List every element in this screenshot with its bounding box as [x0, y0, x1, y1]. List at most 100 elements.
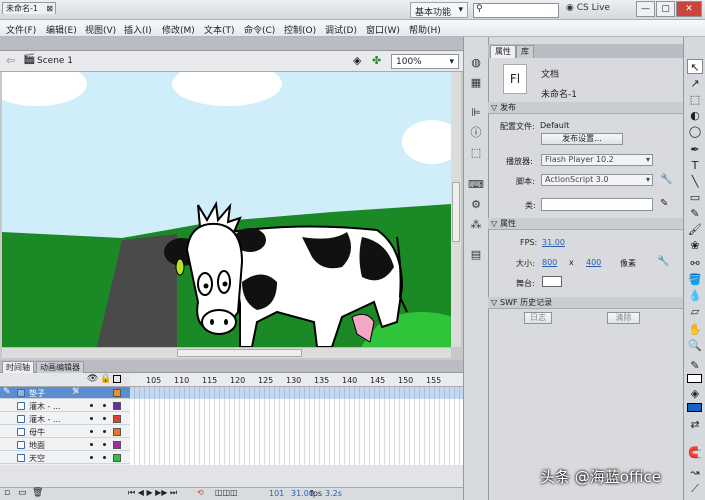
cs-live-button[interactable]: ◉ CS Live	[566, 3, 610, 13]
maximize-button[interactable]: ▢	[656, 1, 675, 17]
loop-icon[interactable]: ⟲	[197, 488, 204, 497]
color-panel-icon[interactable]: ◍	[468, 55, 484, 71]
layer-color[interactable]	[113, 454, 121, 462]
stage-vertical-scrollbar[interactable]	[451, 72, 461, 347]
layer-row[interactable]: 天空	[0, 452, 130, 464]
section-publish[interactable]: ▽ 发布	[488, 102, 683, 114]
scroll-thumb-vertical[interactable]	[452, 182, 460, 242]
subselection-tool-icon[interactable]: ↗	[687, 76, 703, 91]
eraser-icon[interactable]: ▱	[687, 304, 703, 319]
wrench-icon[interactable]: 🔧	[660, 174, 672, 185]
back-arrow-icon[interactable]: ⇦	[6, 54, 15, 67]
onion-skin-icon[interactable]: ◫◫◫	[215, 488, 238, 497]
tab-motion-editor[interactable]: 动画编辑器	[36, 361, 84, 373]
straighten-icon[interactable]: ⟋	[687, 481, 703, 496]
new-layer-icon[interactable]: ▫	[4, 488, 10, 498]
tab-timeline[interactable]: 时间轴	[2, 361, 34, 373]
visible-dot[interactable]	[90, 417, 93, 420]
menu-edit[interactable]: 编辑(E)	[46, 23, 77, 36]
clear-button[interactable]: 清除	[607, 312, 640, 324]
new-folder-icon[interactable]: ▭	[18, 488, 27, 498]
stage-color-swatch[interactable]	[542, 276, 562, 287]
workspace-switcher[interactable]: 基本功能 ▾	[410, 2, 468, 18]
rectangle-tool-icon[interactable]: ▭	[687, 190, 703, 205]
minimize-button[interactable]: —	[636, 1, 655, 17]
layer-row[interactable]: 灌木 - ...	[0, 400, 130, 412]
document-tab[interactable]: 未命名-1 ⊠	[2, 2, 56, 14]
swap-colors-icon[interactable]: ⇄	[687, 417, 703, 432]
deco-tool-icon[interactable]: ❀	[687, 238, 703, 253]
components-icon[interactable]: ⚙	[468, 197, 484, 213]
project-icon[interactable]: ▤	[468, 247, 484, 263]
visible-dot[interactable]	[90, 443, 93, 446]
wrench-icon[interactable]: 🔧	[657, 256, 669, 267]
menu-file[interactable]: 文件(F)	[6, 23, 36, 36]
menu-control[interactable]: 控制(O)	[284, 23, 316, 36]
scroll-thumb[interactable]	[177, 349, 302, 357]
motion-presets-icon[interactable]: ⁂	[468, 217, 484, 233]
layer-color[interactable]	[113, 441, 121, 449]
fill-color-icon[interactable]: ◈	[687, 386, 703, 401]
menu-text[interactable]: 文本(T)	[204, 23, 235, 36]
height-value[interactable]: 400	[586, 258, 601, 267]
eye-icon[interactable]: 👁	[87, 374, 98, 384]
fill-color-swatch[interactable]	[687, 403, 702, 412]
bone-tool-icon[interactable]: ⚯	[687, 256, 703, 271]
menu-help[interactable]: 帮助(H)	[409, 23, 441, 36]
layer-row[interactable]: 母牛	[0, 426, 130, 438]
edit-class-icon[interactable]: ✎	[660, 198, 668, 209]
info-icon[interactable]: ⓘ	[468, 125, 484, 141]
layer-color[interactable]	[113, 415, 121, 423]
paint-bucket-icon[interactable]: 🪣	[687, 272, 703, 287]
lock-icon[interactable]: 🔒	[100, 374, 111, 384]
width-value[interactable]: 800	[542, 258, 557, 267]
pencil-tool-icon[interactable]: ✎	[687, 206, 703, 221]
hand-tool-icon[interactable]: ✋	[687, 322, 703, 337]
player-select[interactable]: Flash Player 10.2 ▾	[541, 154, 653, 166]
lock-dot[interactable]	[103, 430, 106, 433]
help-search-input[interactable]: ⚲	[473, 3, 559, 18]
swatches-icon[interactable]: ▦	[468, 75, 484, 91]
layer-row[interactable]: ✎ 垫子 ✎̸	[0, 387, 130, 399]
stage-canvas[interactable]	[2, 72, 451, 347]
selection-tool-icon[interactable]: ↖	[687, 59, 703, 74]
lock-dot[interactable]	[103, 404, 106, 407]
edit-scene-icon[interactable]: ◈	[353, 54, 361, 67]
visible-dot[interactable]	[90, 456, 93, 459]
visible-dot[interactable]	[90, 404, 93, 407]
lock-dot[interactable]	[103, 443, 106, 446]
section-swf-history[interactable]: ▽ SWF 历史记录	[488, 297, 683, 309]
log-button[interactable]: 日志	[524, 312, 552, 324]
zoom-tool-icon[interactable]: 🔍	[687, 338, 703, 353]
menu-debug[interactable]: 调试(D)	[325, 23, 357, 36]
lock-dot[interactable]	[103, 417, 106, 420]
stroke-color-swatch[interactable]	[687, 374, 702, 383]
close-button[interactable]: ✕	[676, 1, 702, 17]
layer-row[interactable]: 地面	[0, 439, 130, 451]
menu-window[interactable]: 窗口(W)	[366, 23, 400, 36]
brush-tool-icon[interactable]: 🖌	[687, 222, 703, 237]
fps-value[interactable]: 31.00	[542, 238, 565, 247]
outline-icon[interactable]	[113, 375, 121, 383]
section-properties[interactable]: ▽ 属性	[488, 218, 683, 230]
free-transform-icon[interactable]: ⬚	[687, 92, 703, 107]
script-select[interactable]: ActionScript 3.0 ▾	[541, 174, 653, 186]
layer-color[interactable]	[113, 389, 121, 397]
eyedropper-icon[interactable]: 💧	[687, 288, 703, 303]
stroke-color-icon[interactable]: ✎	[687, 358, 703, 373]
tab-properties[interactable]: 属性	[490, 45, 516, 58]
menu-insert[interactable]: 插入(I)	[124, 23, 152, 36]
text-tool-icon[interactable]: T	[687, 158, 703, 173]
pen-tool-icon[interactable]: ✒	[687, 142, 703, 157]
code-snippets-icon[interactable]: ⌨	[468, 177, 484, 193]
close-tab-icon[interactable]: ⊠	[46, 3, 53, 14]
playback-controls-icon[interactable]: ⏮ ◀ ▶ ▶▶ ⏭	[128, 488, 177, 498]
lasso-icon[interactable]: ◯	[687, 124, 703, 139]
line-tool-icon[interactable]: ╲	[687, 174, 703, 189]
snap-magnet-icon[interactable]: 🧲	[687, 445, 703, 460]
3d-rotation-icon[interactable]: ◐	[687, 108, 703, 123]
align-icon[interactable]: ⊫	[468, 105, 484, 121]
menu-commands[interactable]: 命令(C)	[244, 23, 275, 36]
transform-icon[interactable]: ⬚	[468, 145, 484, 161]
layer-color[interactable]	[113, 428, 121, 436]
